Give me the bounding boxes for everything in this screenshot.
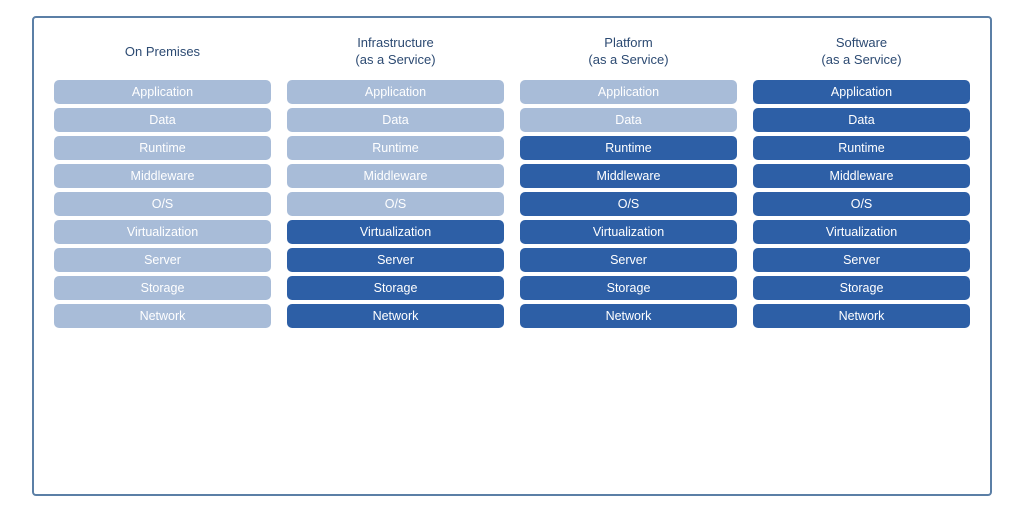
cell-paas-server: Server xyxy=(520,248,737,272)
cell-iaas-network: Network xyxy=(287,304,504,328)
cell-saas-application: Application xyxy=(753,80,970,104)
cell-paas-middleware: Middleware xyxy=(520,164,737,188)
cell-on-premises-data: Data xyxy=(54,108,271,132)
cell-paas-application: Application xyxy=(520,80,737,104)
cell-on-premises-application: Application xyxy=(54,80,271,104)
cell-on-premises-storage: Storage xyxy=(54,276,271,300)
cell-iaas-storage: Storage xyxy=(287,276,504,300)
cell-saas-network: Network xyxy=(753,304,970,328)
cell-paas-network: Network xyxy=(520,304,737,328)
column-header-saas: Software(as a Service) xyxy=(821,34,901,70)
column-saas: Software(as a Service) Application Data Run… xyxy=(753,34,970,478)
column-iaas: Infrastructure(as a Service) Application D… xyxy=(287,34,504,478)
stack-iaas: Application Data Runtime Middleware O/S Virtu… xyxy=(287,80,504,328)
cell-paas-o-s: O/S xyxy=(520,192,737,216)
cell-saas-runtime: Runtime xyxy=(753,136,970,160)
cell-saas-server: Server xyxy=(753,248,970,272)
cell-on-premises-runtime: Runtime xyxy=(54,136,271,160)
stack-on-premises: Application Data Runtime Middleware O/S Virtu… xyxy=(54,80,271,328)
cell-iaas-middleware: Middleware xyxy=(287,164,504,188)
cell-on-premises-middleware: Middleware xyxy=(54,164,271,188)
column-on-premises: On Premises Application Data Runtime Middlew… xyxy=(54,34,271,478)
main-container: On Premises Application Data Runtime Middlew… xyxy=(32,16,992,496)
stack-paas: Application Data Runtime Middleware O/S Virtu… xyxy=(520,80,737,328)
cell-iaas-o-s: O/S xyxy=(287,192,504,216)
column-header-iaas: Infrastructure(as a Service) xyxy=(355,34,435,70)
cell-on-premises-server: Server xyxy=(54,248,271,272)
cell-saas-middleware: Middleware xyxy=(753,164,970,188)
cell-on-premises-network: Network xyxy=(54,304,271,328)
cell-on-premises-virtualization: Virtualization xyxy=(54,220,271,244)
cell-paas-storage: Storage xyxy=(520,276,737,300)
cell-iaas-virtualization: Virtualization xyxy=(287,220,504,244)
columns-wrapper: On Premises Application Data Runtime Middlew… xyxy=(54,34,970,478)
cell-saas-storage: Storage xyxy=(753,276,970,300)
cell-on-premises-o-s: O/S xyxy=(54,192,271,216)
cell-saas-virtualization: Virtualization xyxy=(753,220,970,244)
cell-saas-data: Data xyxy=(753,108,970,132)
column-header-on-premises: On Premises xyxy=(125,34,200,70)
cell-iaas-runtime: Runtime xyxy=(287,136,504,160)
cell-iaas-data: Data xyxy=(287,108,504,132)
column-paas: Platform(as a Service) Application Data Run… xyxy=(520,34,737,478)
cell-saas-o-s: O/S xyxy=(753,192,970,216)
cell-iaas-application: Application xyxy=(287,80,504,104)
cell-paas-runtime: Runtime xyxy=(520,136,737,160)
cell-paas-data: Data xyxy=(520,108,737,132)
column-header-paas: Platform(as a Service) xyxy=(588,34,668,70)
stack-saas: Application Data Runtime Middleware O/S Virtu… xyxy=(753,80,970,328)
cell-paas-virtualization: Virtualization xyxy=(520,220,737,244)
cell-iaas-server: Server xyxy=(287,248,504,272)
